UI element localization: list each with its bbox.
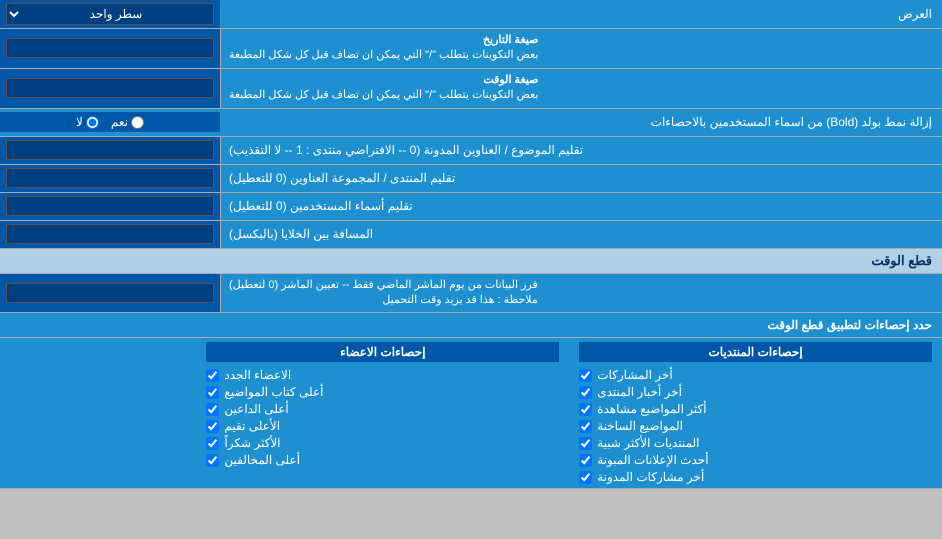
bold-no-label[interactable]: لا [76, 115, 99, 129]
subject-titles-input[interactable]: 33 [6, 140, 214, 160]
cb-similar-forums-check[interactable] [579, 437, 592, 450]
cb-most-viewed: أكثر المواضيع مشاهدة [579, 402, 932, 416]
time-format-label: صيغة الوقت بعض التكوينات يتطلب "/" التي … [220, 69, 942, 108]
display-mode-row: العرض سطر واحدسطرينثلاثة أسطر [0, 0, 942, 29]
bold-yes-radio[interactable] [131, 116, 144, 129]
checkboxes-grid: إحصاءات المنتديات أخر المشاركات أخر أخبا… [0, 338, 942, 489]
cell-distance-label: المسافة بين الخلايا (بالبكسل) [220, 221, 942, 248]
usernames-input-wrapper: 0 [0, 193, 220, 220]
member-stats-col: إحصاءات الاعضاء الاعضاء الجدد أعلى كتاب … [196, 338, 569, 488]
stats-section-header: حدد إحصاءات لتطبيق قطع الوقت [0, 313, 942, 337]
cb-forum-news: أخر أخبار المنتدى [579, 385, 932, 399]
cb-top-writers-check[interactable] [206, 386, 219, 399]
date-format-row: صيغة التاريخ بعض التكوينات يتطلب "/" الت… [0, 29, 942, 69]
time-format-input[interactable]: H:i [6, 78, 214, 98]
cb-last-posts-check[interactable] [579, 369, 592, 382]
bold-no-radio[interactable] [86, 116, 99, 129]
cb-top-writers: أعلى كتاب المواضيع [206, 385, 559, 399]
forum-group-label: تقليم المنتدى / المجموعة العناوين (0 للت… [220, 165, 942, 192]
cb-new-members: الاعضاء الجدد [206, 368, 559, 382]
cutoff-input-wrapper: 0 [0, 274, 220, 313]
bold-yes-label[interactable]: نعم [111, 115, 144, 129]
cb-hot-topics-check[interactable] [579, 420, 592, 433]
cutoff-section-header: قطع الوقت [0, 249, 942, 274]
cb-forum-news-check[interactable] [579, 386, 592, 399]
usernames-input[interactable]: 0 [6, 196, 214, 216]
subject-titles-row: تقليم الموضوع / العناوين المدونة (0 -- ا… [0, 137, 942, 165]
cell-distance-input-wrapper: 2 [0, 221, 220, 248]
cb-latest-announcements: أحدث الإعلانات المبونة [579, 453, 932, 467]
display-mode-label: العرض [220, 3, 942, 25]
cell-distance-row: المسافة بين الخلايا (بالبكسل) 2 [0, 221, 942, 249]
cb-similar-forums: المنتديات الأكثر شبية [579, 436, 932, 450]
bold-remove-label: إزالة نمط بولد (Bold) من اسماء المستخدمي… [220, 111, 942, 133]
date-format-label: صيغة التاريخ بعض التكوينات يتطلب "/" الت… [220, 29, 942, 68]
cb-last-posts: أخر المشاركات [579, 368, 932, 382]
usernames-label: تقليم أسماء المستخدمين (0 للتعطيل) [220, 193, 942, 220]
bold-remove-row: إزالة نمط بولد (Bold) من اسماء المستخدمي… [0, 109, 942, 137]
subject-titles-label: تقليم الموضوع / العناوين المدونة (0 -- ا… [220, 137, 942, 164]
subject-titles-input-wrapper: 33 [0, 137, 220, 164]
cb-top-violators: أعلى المخالفين [206, 453, 559, 467]
cutoff-input[interactable]: 0 [6, 283, 214, 303]
time-format-row: صيغة الوقت بعض التكوينات يتطلب "/" التي … [0, 69, 942, 109]
forum-group-row: تقليم المنتدى / المجموعة العناوين (0 للت… [0, 165, 942, 193]
cb-most-thanks: الأكثر شكراً [206, 436, 559, 450]
display-mode-select-wrapper: سطر واحدسطرينثلاثة أسطر [0, 0, 220, 28]
forum-stats-col: إحصاءات المنتديات أخر المشاركات أخر أخبا… [569, 338, 942, 488]
date-format-input[interactable]: d-m [6, 38, 214, 58]
time-format-input-wrapper: H:i [0, 69, 220, 108]
cb-most-thanks-check[interactable] [206, 437, 219, 450]
cutoff-label: فرز البيانات من يوم الماشر الماضي فقط --… [220, 274, 942, 313]
cb-blog-posts: أخر مشاركات المدونة [579, 470, 932, 484]
forum-group-input-wrapper: 33 [0, 165, 220, 192]
cb-top-inviters-check[interactable] [206, 403, 219, 416]
cb-top-inviters: أعلى الداعين [206, 402, 559, 416]
bold-remove-controls: نعم لا [0, 112, 220, 132]
forum-group-input[interactable]: 33 [6, 168, 214, 188]
cutoff-row: فرز البيانات من يوم الماشر الماضي فقط --… [0, 274, 942, 314]
forum-stats-header: إحصاءات المنتديات [579, 342, 932, 362]
usernames-row: تقليم أسماء المستخدمين (0 للتعطيل) 0 [0, 193, 942, 221]
cb-latest-announcements-check[interactable] [579, 454, 592, 467]
cb-top-violators-check[interactable] [206, 454, 219, 467]
display-mode-select[interactable]: سطر واحدسطرينثلاثة أسطر [6, 3, 214, 25]
date-format-input-wrapper: d-m [0, 29, 220, 68]
cell-distance-input[interactable]: 2 [6, 224, 214, 244]
cb-hot-topics: المواضيع الساخنة [579, 419, 932, 433]
cb-top-rated-check[interactable] [206, 420, 219, 433]
cb-blog-posts-check[interactable] [579, 471, 592, 484]
member-stats-header: إحصاءات الاعضاء [206, 342, 559, 362]
cb-most-viewed-check[interactable] [579, 403, 592, 416]
empty-col [0, 338, 196, 488]
cb-new-members-check[interactable] [206, 369, 219, 382]
cb-top-rated: الأعلى تقيم [206, 419, 559, 433]
